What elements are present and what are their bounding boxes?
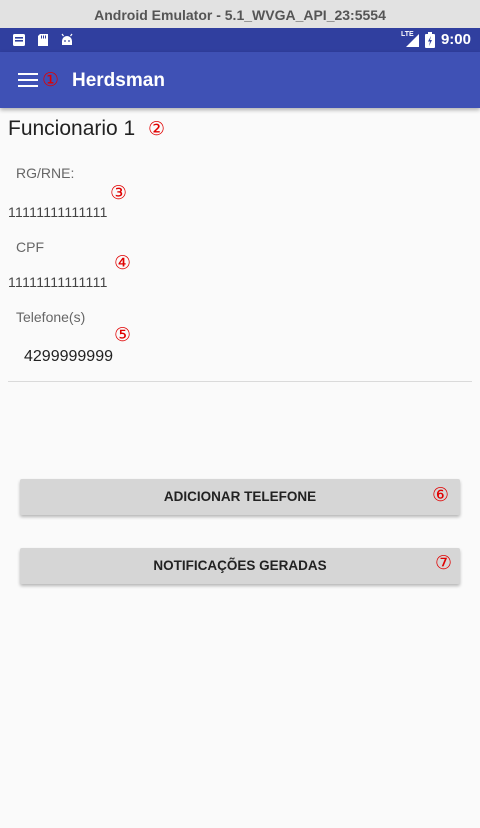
android-icon xyxy=(61,33,73,45)
rg-label: RG/RNE: xyxy=(16,165,75,181)
phones-label: Telefone(s) xyxy=(16,309,86,325)
annotation-marker-1: ① xyxy=(42,69,60,91)
sd-card-icon xyxy=(38,34,48,46)
annotation-marker-4: ④ xyxy=(114,252,132,274)
annotation-marker-7: ⑦ xyxy=(435,552,453,574)
hamburger-menu-icon[interactable] xyxy=(18,73,38,89)
app-title: Herdsman xyxy=(72,70,165,91)
notification-icon xyxy=(13,34,25,46)
annotation-marker-6: ⑥ xyxy=(432,484,450,506)
phone-list-divider xyxy=(8,381,472,382)
cpf-label: CPF xyxy=(16,239,44,255)
annotation-marker-2: ② xyxy=(148,118,166,140)
lte-signal-icon xyxy=(406,34,419,47)
phone-list-item[interactable]: 4299999999 xyxy=(24,348,113,366)
annotation-marker-5: ⑤ xyxy=(114,324,132,346)
emulator-window-title: Android Emulator - 5.1_WVGA_API_23:5554 xyxy=(0,0,480,29)
employee-name: Funcionario 1 xyxy=(8,117,136,140)
rg-value: 11111111111111 xyxy=(8,204,108,220)
battery-icon xyxy=(425,32,435,48)
add-phone-button[interactable]: ADICIONAR TELEFONE xyxy=(20,479,460,515)
cpf-value: 11111111111111 xyxy=(8,274,108,290)
status-bar: LTE 9:00 xyxy=(0,28,480,52)
generated-notifications-button[interactable]: NOTIFICAÇÕES GERADAS xyxy=(20,548,460,584)
status-time: 9:00 xyxy=(440,31,471,48)
app-bar: ① Herdsman xyxy=(0,52,480,108)
annotation-marker-3: ③ xyxy=(110,182,128,204)
